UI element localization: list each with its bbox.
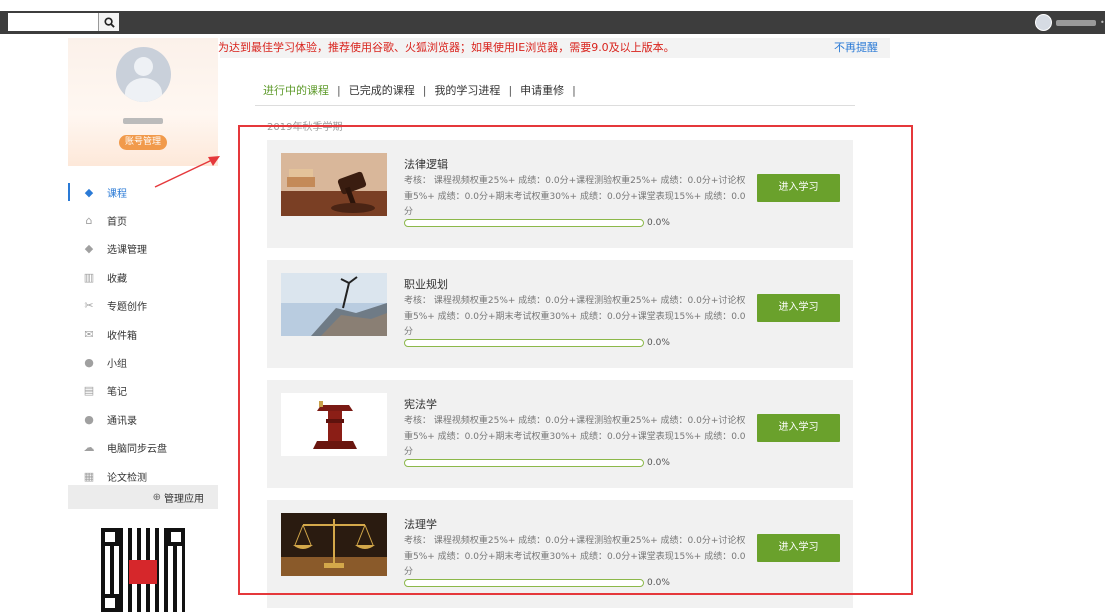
progress-bar: [404, 219, 644, 227]
user-menu[interactable]: •: [1035, 14, 1105, 31]
course-title[interactable]: 职业规划: [404, 276, 448, 292]
home-icon: ⌂: [85, 214, 93, 228]
sidebar-item-label: 电脑同步云盘: [107, 444, 167, 456]
tabs-divider: [255, 105, 855, 106]
sidebar-item-label: 课程: [107, 188, 127, 200]
course-thumbnail-scales[interactable]: [281, 513, 387, 576]
sidebar-item-group[interactable]: ● 小组: [68, 348, 218, 376]
course-card: 职业规划 考核： 课程视频权重25%+ 成绩：0.0分+课程测验权重25%+ 成…: [267, 260, 853, 368]
enter-study-button[interactable]: 进入学习: [757, 534, 840, 562]
bookmark-icon: ▥: [83, 270, 95, 284]
dismiss-notice-link[interactable]: 不再提醒: [834, 38, 878, 58]
semester-label: 2019年秋季学期: [267, 122, 343, 133]
plus-circle-icon: ⊕: [152, 491, 161, 503]
manage-apps-label: 管理应用: [164, 493, 204, 505]
paper-check-icon: ▦: [83, 469, 95, 483]
course-thumbnail-climber[interactable]: [281, 273, 387, 336]
search-icon: [103, 16, 115, 28]
top-bar: •: [0, 11, 1105, 34]
progress-percent: 0.0%: [647, 578, 670, 588]
browser-notice: 为达到最佳学习体验，推荐使用谷歌、火狐浏览器；如果使用IE浏览器，需要9.0及以…: [218, 38, 890, 58]
course-title[interactable]: 法理学: [404, 516, 437, 532]
sidebar-item-notes[interactable]: ▤ 笔记: [68, 377, 218, 405]
sidebar-item-course-select[interactable]: ◆ 选课管理: [68, 235, 218, 263]
chevron-down-icon: •: [1100, 18, 1105, 27]
search-input[interactable]: [8, 13, 98, 31]
sidebar-item-inbox[interactable]: ✉ 收件箱: [68, 320, 218, 348]
tab-completed[interactable]: 已完成的课程: [349, 82, 415, 98]
tab-separator: |: [337, 83, 341, 97]
course-tabs: 进行中的课程 | 已完成的课程 | 我的学习进程 | 申请重修 |: [263, 82, 584, 98]
sidebar-nav: ◆ 课程 ⌂ 首页 ◆ 选课管理 ▥ 收藏 ✂ 专题创作 ✉ 收件箱 ● 小组 …: [68, 178, 218, 490]
enter-study-button[interactable]: 进入学习: [757, 174, 840, 202]
course-select-icon: ◆: [84, 242, 94, 256]
course-card: 法理学 考核： 课程视频权重25%+ 成绩：0.0分+课程测验权重25%+ 成绩…: [267, 500, 853, 608]
group-icon: ●: [84, 356, 94, 370]
progress-bar: [404, 339, 644, 347]
course-thumbnail-gavel[interactable]: [281, 153, 387, 216]
course-title[interactable]: 宪法学: [404, 396, 437, 412]
course-title[interactable]: 法律逻辑: [404, 156, 448, 172]
cloud-icon: ☁: [83, 441, 95, 455]
avatar-icon: [1035, 14, 1052, 31]
sidebar-item-label: 收藏: [107, 273, 127, 285]
qr-code: [101, 528, 185, 612]
search-button[interactable]: [98, 13, 119, 31]
tab-learning-progress[interactable]: 我的学习进程: [434, 82, 500, 98]
inbox-icon: ✉: [84, 327, 94, 341]
course-assessment: 考核： 课程视频权重25%+ 成绩：0.0分+课程测验权重25%+ 成绩：0.0…: [404, 296, 746, 337]
sidebar-item-label: 通讯录: [107, 415, 137, 427]
sidebar-item-bookmarks[interactable]: ▥ 收藏: [68, 263, 218, 291]
progress-percent: 0.0%: [647, 338, 670, 348]
sidebar-item-cloud-sync[interactable]: ☁ 电脑同步云盘: [68, 434, 218, 462]
course-assessment: 考核： 课程视频权重25%+ 成绩：0.0分+课程测验权重25%+ 成绩：0.0…: [404, 536, 746, 577]
tab-retake[interactable]: 申请重修: [520, 82, 564, 98]
note-icon: ▤: [83, 384, 95, 398]
sidebar-item-label: 笔记: [107, 387, 127, 399]
sidebar-item-label: 专题创作: [107, 302, 147, 314]
sidebar-item-label: 收件箱: [107, 330, 137, 342]
progress-percent: 0.0%: [647, 218, 670, 228]
sidebar-item-topic-creation[interactable]: ✂ 专题创作: [68, 292, 218, 320]
contacts-icon: ●: [84, 412, 94, 426]
course-assessment: 考核： 课程视频权重25%+ 成绩：0.0分+课程测验权重25%+ 成绩：0.0…: [404, 416, 746, 457]
tab-in-progress[interactable]: 进行中的课程: [263, 82, 329, 98]
course-card: 宪法学 考核： 课程视频权重25%+ 成绩：0.0分+课程测验权重25%+ 成绩…: [267, 380, 853, 488]
course-thumbnail-podium[interactable]: [281, 393, 387, 456]
user-name-redacted: [1056, 19, 1096, 26]
tab-separator: |: [572, 83, 576, 97]
course-assessment: 考核： 课程视频权重25%+ 成绩：0.0分+课程测验权重25%+ 成绩：0.0…: [404, 176, 746, 217]
enter-study-button[interactable]: 进入学习: [757, 294, 840, 322]
app-logo-icon: [129, 560, 157, 584]
sidebar: 账号管理 ◆ 课程 ⌂ 首页 ◆ 选课管理 ▥ 收藏 ✂ 专题创作 ✉ 收件箱 …: [68, 38, 218, 612]
sidebar-item-label: 论文检测: [107, 472, 147, 484]
profile-panel: 账号管理: [68, 38, 218, 166]
notice-text: 为达到最佳学习体验，推荐使用谷歌、火狐浏览器；如果使用IE浏览器，需要9.0及以…: [218, 41, 675, 54]
progress-bar: [404, 459, 644, 467]
enter-study-button[interactable]: 进入学习: [757, 414, 840, 442]
course-icon: ◆: [84, 185, 94, 199]
sidebar-item-label: 小组: [107, 359, 127, 371]
tools-icon: ✂: [84, 299, 94, 313]
profile-avatar[interactable]: [116, 47, 171, 102]
sidebar-item-label: 选课管理: [107, 245, 147, 257]
sidebar-item-contacts[interactable]: ● 通讯录: [68, 405, 218, 433]
progress-bar: [404, 579, 644, 587]
sidebar-item-label: 首页: [107, 217, 127, 229]
manage-apps-button[interactable]: ⊕ 管理应用: [68, 485, 218, 509]
tab-separator: |: [422, 83, 427, 97]
annotation-arrow: [154, 156, 220, 188]
tab-separator: |: [508, 83, 513, 97]
sidebar-item-home[interactable]: ⌂ 首页: [68, 206, 218, 234]
account-management-button[interactable]: 账号管理: [119, 135, 167, 150]
course-card: 法律逻辑 考核： 课程视频权重25%+ 成绩：0.0分+课程测验权重25%+ 成…: [267, 140, 853, 248]
profile-name-redacted: [123, 118, 163, 124]
progress-percent: 0.0%: [647, 458, 670, 468]
